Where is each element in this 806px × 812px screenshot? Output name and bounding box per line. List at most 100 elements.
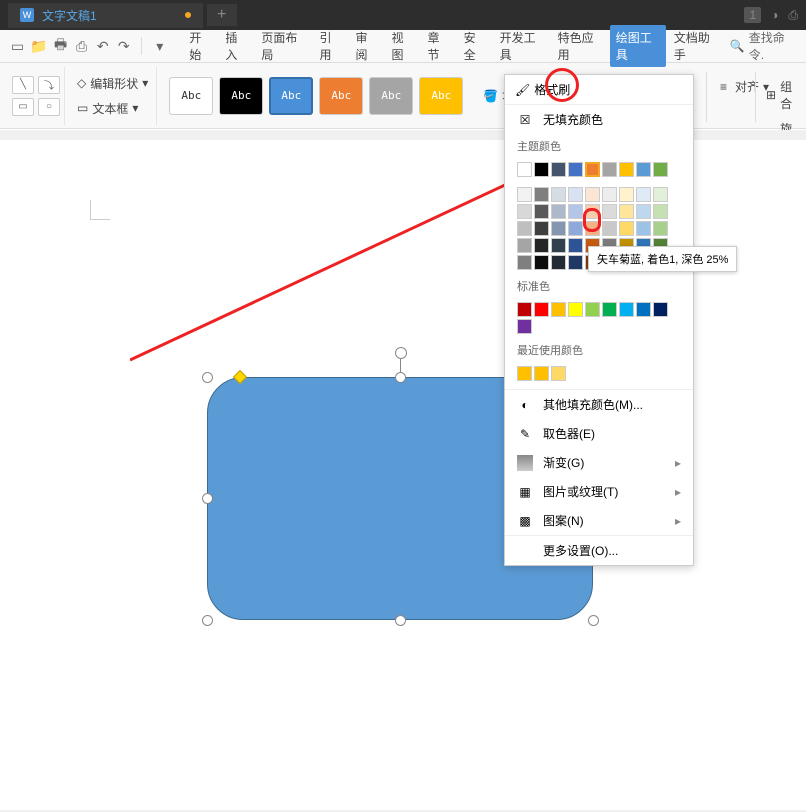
color-swatch[interactable] <box>619 162 634 177</box>
new-file-icon[interactable]: ▭ <box>10 38 25 54</box>
color-swatch[interactable] <box>602 204 617 219</box>
resize-handle-tc[interactable] <box>395 372 406 383</box>
color-swatch[interactable] <box>517 204 532 219</box>
color-swatch[interactable] <box>534 187 549 202</box>
text-box-button[interactable]: ▭文本框▾ <box>73 98 152 119</box>
color-swatch[interactable] <box>602 187 617 202</box>
color-swatch[interactable] <box>602 302 617 317</box>
color-swatch[interactable] <box>585 302 600 317</box>
dropdown-icon[interactable]: ▾ <box>152 38 167 54</box>
color-swatch[interactable] <box>636 302 651 317</box>
rotation-handle[interactable] <box>395 347 407 359</box>
shirt-icon[interactable]: ⎙ <box>788 8 798 23</box>
color-swatch[interactable] <box>653 302 668 317</box>
color-swatch[interactable] <box>568 255 583 270</box>
color-swatch[interactable] <box>653 187 668 202</box>
color-swatch[interactable] <box>517 302 532 317</box>
style-preset-2[interactable]: Abc <box>219 77 263 115</box>
undo-icon[interactable]: ↶ <box>95 38 110 54</box>
color-swatch[interactable] <box>568 162 583 177</box>
color-swatch[interactable] <box>534 255 549 270</box>
color-swatch[interactable] <box>517 255 532 270</box>
open-file-icon[interactable]: 📁 <box>31 38 47 54</box>
menu-special[interactable]: 特色应用 <box>552 25 608 67</box>
color-swatch[interactable] <box>551 162 566 177</box>
color-swatch[interactable] <box>585 187 600 202</box>
print-icon[interactable]: 🖶 <box>53 38 68 54</box>
color-swatch[interactable] <box>568 238 583 253</box>
color-swatch[interactable] <box>585 162 600 177</box>
resize-handle-tl[interactable] <box>202 372 213 383</box>
resize-handle-bc[interactable] <box>395 615 406 626</box>
rect-tool-icon[interactable]: ▭ <box>12 98 34 116</box>
color-swatch[interactable] <box>551 221 566 236</box>
color-swatch[interactable] <box>619 221 634 236</box>
color-swatch[interactable] <box>636 204 651 219</box>
color-swatch[interactable] <box>551 204 566 219</box>
color-swatch[interactable] <box>653 162 668 177</box>
new-tab-button[interactable]: + <box>207 4 237 26</box>
resize-handle-bl[interactable] <box>202 615 213 626</box>
resize-handle-br[interactable] <box>588 615 599 626</box>
color-swatch[interactable] <box>568 187 583 202</box>
color-swatch[interactable] <box>585 204 600 219</box>
color-swatch[interactable] <box>534 162 549 177</box>
color-swatch[interactable] <box>534 302 549 317</box>
color-swatch[interactable] <box>517 238 532 253</box>
gradient-item[interactable]: 渐变(G)▸ <box>505 448 693 477</box>
style-preset-5[interactable]: Abc <box>369 77 413 115</box>
color-swatch[interactable] <box>517 221 532 236</box>
style-preset-3[interactable]: Abc <box>269 77 313 115</box>
color-swatch[interactable] <box>517 366 532 381</box>
color-swatch[interactable] <box>551 238 566 253</box>
color-swatch[interactable] <box>619 187 634 202</box>
color-swatch[interactable] <box>551 366 566 381</box>
color-swatch[interactable] <box>534 221 549 236</box>
color-swatch[interactable] <box>602 162 617 177</box>
no-fill-item[interactable]: ☒ 无填充颜色 <box>505 105 693 134</box>
format-painter-button[interactable]: 🖌格式刷 <box>505 75 580 104</box>
search-box[interactable]: 🔍 查找命令. <box>730 29 796 63</box>
more-colors-item[interactable]: ◐其他填充颜色(M)... <box>505 390 693 419</box>
edit-shape-button[interactable]: ◇编辑形状▾ <box>73 73 152 94</box>
style-preset-1[interactable]: Abc <box>169 77 213 115</box>
color-swatch[interactable] <box>585 221 600 236</box>
print-preview-icon[interactable]: ⎙ <box>74 38 89 54</box>
color-swatch[interactable] <box>551 302 566 317</box>
color-swatch[interactable] <box>551 187 566 202</box>
color-swatch[interactable] <box>636 187 651 202</box>
menu-home[interactable]: 开始 <box>183 25 217 67</box>
menu-sections[interactable]: 章节 <box>422 25 456 67</box>
color-swatch[interactable] <box>653 204 668 219</box>
color-swatch[interactable] <box>534 366 549 381</box>
connector-tool-icon[interactable]: ⤵ <box>38 76 60 94</box>
group-button[interactable]: ⊞组合 <box>762 76 806 114</box>
style-preset-6[interactable]: Abc <box>419 77 463 115</box>
menu-dev[interactable]: 开发工具 <box>494 25 550 67</box>
color-swatch[interactable] <box>602 221 617 236</box>
style-preset-4[interactable]: Abc <box>319 77 363 115</box>
color-swatch[interactable] <box>534 238 549 253</box>
color-swatch[interactable] <box>619 302 634 317</box>
color-swatch[interactable] <box>619 204 634 219</box>
redo-icon[interactable]: ↷ <box>116 38 131 54</box>
menu-review[interactable]: 审阅 <box>349 25 383 67</box>
color-swatch[interactable] <box>568 221 583 236</box>
resize-handle-ml[interactable] <box>202 493 213 504</box>
line-tool-icon[interactable]: ╲ <box>12 76 34 94</box>
pattern-item[interactable]: ▩图案(N)▸ <box>505 506 693 535</box>
menu-security[interactable]: 安全 <box>458 25 492 67</box>
color-swatch[interactable] <box>517 162 532 177</box>
color-swatch[interactable] <box>534 204 549 219</box>
oval-tool-icon[interactable]: ○ <box>38 98 60 116</box>
document-tab[interactable]: W 文字文稿1 <box>8 3 203 28</box>
color-swatch[interactable] <box>636 221 651 236</box>
more-settings-item[interactable]: 更多设置(O)... <box>505 536 693 565</box>
color-swatch[interactable] <box>568 204 583 219</box>
cloud-icon[interactable]: ◑ <box>771 8 778 22</box>
color-swatch[interactable] <box>636 162 651 177</box>
menu-references[interactable]: 引用 <box>313 25 347 67</box>
eyedropper-item[interactable]: ✎取色器(E) <box>505 419 693 448</box>
color-swatch[interactable] <box>551 255 566 270</box>
menu-doc-helper[interactable]: 文档助手 <box>668 25 724 67</box>
